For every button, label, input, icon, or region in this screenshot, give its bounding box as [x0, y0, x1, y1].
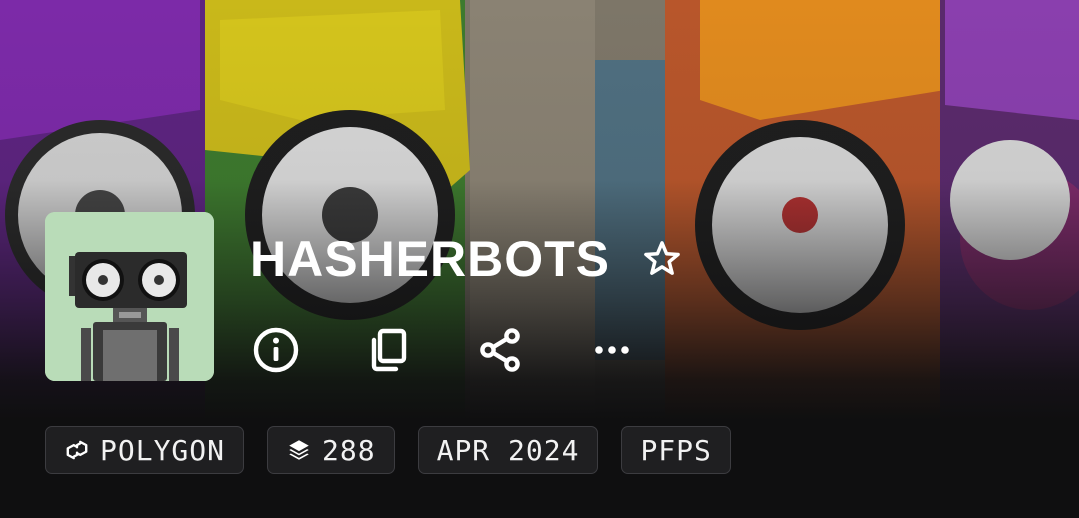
copy-button[interactable] [362, 324, 414, 376]
title-row: HASHERBOTS [250, 228, 684, 290]
hasherbot-avatar-image [45, 212, 214, 381]
chain-label: POLYGON [100, 433, 226, 467]
info-button[interactable] [250, 324, 302, 376]
date-tag: APR 2024 [417, 426, 599, 474]
category-label: PFPS [640, 433, 712, 467]
layers-icon [286, 437, 312, 463]
items-count-tag: 288 [267, 426, 395, 474]
collection-actions [250, 325, 698, 375]
category-tag[interactable]: PFPS [621, 426, 731, 474]
copy-icon [371, 328, 407, 372]
share-icon [480, 328, 520, 372]
chain-tag[interactable]: POLYGON [45, 426, 245, 474]
share-button[interactable] [474, 324, 526, 376]
info-icon [253, 327, 299, 373]
items-count-label: 288 [322, 433, 376, 467]
date-label: APR 2024 [436, 433, 580, 467]
more-icon [595, 346, 629, 354]
collection-title: HASHERBOTS [250, 231, 611, 287]
collection-tags: POLYGON 288 APR 2024 PFPS [45, 426, 731, 474]
star-outline-icon [644, 241, 680, 275]
more-button[interactable] [586, 324, 638, 376]
collection-avatar [45, 212, 214, 381]
polygon-icon [64, 437, 90, 463]
favorite-button[interactable] [640, 237, 684, 281]
